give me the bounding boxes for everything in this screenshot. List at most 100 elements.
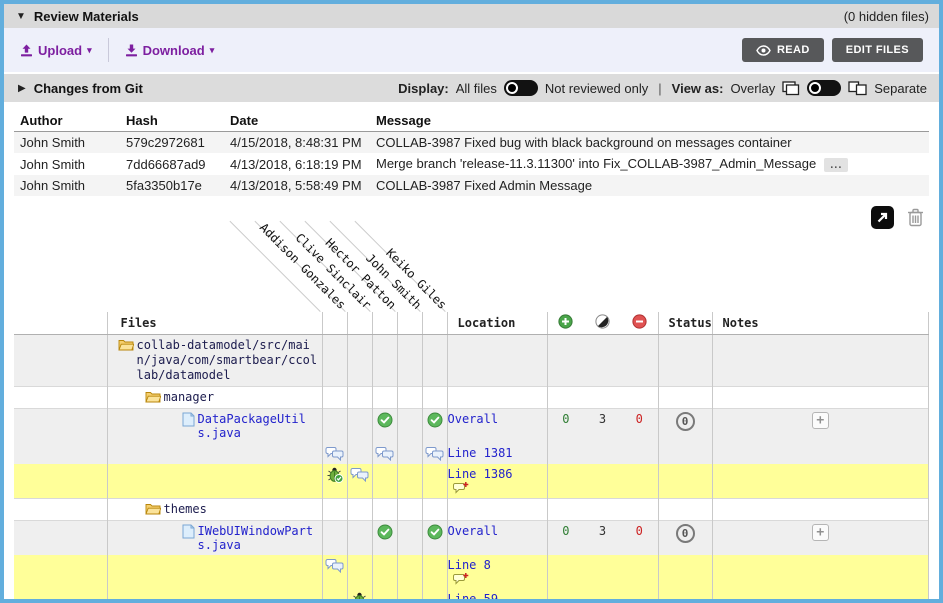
folder-row: collab-datamodel/src/main/java/com/smart… (14, 335, 929, 387)
col-files: Files (107, 312, 322, 335)
added-lines-icon (558, 314, 573, 329)
removed-count: 0 (621, 524, 658, 538)
toolbar: Upload ▾ Download ▾ READ EDIT FILES (4, 28, 939, 72)
folder-name: manager (164, 390, 322, 405)
trash-icon (906, 207, 925, 228)
comment-bubbles-icon[interactable] (425, 446, 444, 461)
col-hash: Hash (120, 110, 224, 132)
commit-row[interactable]: John Smith 579c2972681 4/15/2018, 8:48:3… (14, 132, 929, 154)
folder-name: themes (164, 502, 322, 517)
main-content: Author Hash Date Message John Smith 579c… (4, 102, 939, 603)
overall-link[interactable]: Overall (448, 412, 499, 426)
display-option-all-files[interactable]: All files (456, 81, 497, 96)
commits-header-row: Author Hash Date Message (14, 110, 929, 132)
view-as-toggle[interactable] (807, 80, 841, 96)
add-comment-icon[interactable] (453, 572, 469, 586)
comment-line-row: Line 1381 (14, 443, 929, 464)
commit-message: COLLAB-3987 Fixed bug with black backgro… (370, 132, 929, 154)
file-link[interactable]: DataPackageUtils.java (198, 412, 315, 440)
file-link[interactable]: IWebUIWindowParts.java (198, 524, 315, 552)
file-row: IWebUIWindowParts.java Overall 0 3 0 0 + (14, 521, 929, 556)
display-option-not-reviewed[interactable]: Not reviewed only (545, 81, 648, 96)
open-external-button[interactable] (871, 206, 894, 229)
folder-icon (145, 502, 161, 515)
section-header-review-materials: ▼ Review Materials (0 hidden files) (4, 4, 939, 28)
comment-bubbles-icon[interactable] (325, 446, 344, 461)
col-date: Date (224, 110, 370, 132)
add-note-button[interactable]: + (812, 412, 829, 429)
edit-files-label: EDIT FILES (846, 44, 909, 56)
toolbar-divider (108, 38, 109, 62)
file-row: DataPackageUtils.java Overall 0 3 0 0 + (14, 409, 929, 444)
defect-status-badge: 0 (676, 524, 695, 543)
separate-view-icon (848, 81, 867, 96)
changed-count: 3 (584, 412, 621, 426)
commit-author: John Smith (14, 153, 120, 175)
reviewer-name-headers: Addison Gonzales Clive Sinclair Hector P… (4, 230, 939, 312)
controls-divider: | (658, 81, 661, 96)
review-materials-window: ▼ Review Materials (0 hidden files) Uplo… (0, 0, 943, 603)
display-toggle-knob (506, 82, 518, 94)
download-button[interactable]: Download ▾ (125, 43, 215, 58)
line-link[interactable]: Line 59 (448, 592, 499, 603)
read-button[interactable]: READ (742, 38, 824, 62)
line-link[interactable]: Line 1386 (448, 467, 513, 481)
commit-date: 4/15/2018, 8:48:31 PM (224, 132, 370, 154)
section-header-changes-from-git: ▶ Changes from Git Display: All files No… (4, 72, 939, 102)
line-link[interactable]: Line 8 (448, 558, 491, 572)
page-title: Review Materials (34, 9, 139, 24)
display-toggle[interactable] (504, 80, 538, 96)
added-count: 0 (548, 412, 585, 426)
upload-caret-icon: ▾ (87, 45, 92, 56)
added-count: 0 (548, 524, 585, 538)
commit-date: 4/13/2018, 6:18:19 PM (224, 153, 370, 175)
git-section-title: Changes from Git (34, 81, 143, 96)
upload-icon (20, 44, 33, 57)
eye-icon (756, 45, 771, 56)
folder-row: manager (14, 387, 929, 409)
reviewed-check-icon (377, 524, 393, 540)
reviewed-check-icon (427, 412, 443, 428)
upload-label: Upload (38, 43, 82, 58)
arrow-up-right-icon (876, 211, 889, 224)
folder-row: themes (14, 499, 929, 521)
commit-row[interactable]: John Smith 5fa3350b17e 4/13/2018, 5:58:4… (14, 175, 929, 196)
commit-author: John Smith (14, 175, 120, 196)
download-icon (125, 44, 138, 57)
removed-count: 0 (621, 412, 658, 426)
add-comment-icon[interactable] (453, 481, 469, 495)
download-label: Download (143, 43, 205, 58)
col-author: Author (14, 110, 120, 132)
expand-message-button[interactable]: ... (824, 158, 848, 172)
comment-bubbles-icon[interactable] (350, 467, 369, 482)
folder-path: collab-datamodel/src/main/java/com/smart… (137, 338, 321, 383)
files-header-row: Files Location Status Notes (14, 312, 929, 335)
delete-button[interactable] (906, 207, 925, 228)
fixed-defect-bug-icon[interactable] (326, 467, 344, 483)
fixed-defect-bug-icon[interactable] (351, 592, 369, 603)
download-caret-icon: ▾ (210, 45, 215, 56)
commit-hash: 579c2972681 (120, 132, 224, 154)
line-link[interactable]: Line 1381 (448, 446, 513, 460)
col-notes: Notes (712, 312, 929, 335)
view-option-separate[interactable]: Separate (874, 81, 927, 96)
commit-row[interactable]: John Smith 7dd66687ad9 4/13/2018, 6:18:1… (14, 153, 929, 175)
comment-line-row-unread: Line 1386 (14, 464, 929, 499)
view-as-label: View as: (672, 81, 724, 96)
add-note-button[interactable]: + (812, 524, 829, 541)
edit-files-button[interactable]: EDIT FILES (832, 38, 923, 62)
upload-button[interactable]: Upload ▾ (20, 43, 92, 58)
commit-hash: 5fa3350b17e (120, 175, 224, 196)
col-message: Message (370, 110, 929, 132)
collapse-triangle-icon[interactable]: ▼ (16, 11, 26, 22)
comment-line-row-unread: Line 59 (14, 589, 929, 603)
commit-date: 4/13/2018, 5:58:49 PM (224, 175, 370, 196)
comment-bubbles-icon[interactable] (375, 446, 394, 461)
expand-triangle-icon[interactable]: ▶ (18, 83, 26, 94)
overlay-view-icon (782, 81, 800, 96)
col-location: Location (447, 312, 547, 335)
col-status: Status (658, 312, 712, 335)
comment-bubbles-icon[interactable] (325, 558, 344, 573)
overall-link[interactable]: Overall (448, 524, 499, 538)
view-option-overlay[interactable]: Overlay (730, 81, 775, 96)
